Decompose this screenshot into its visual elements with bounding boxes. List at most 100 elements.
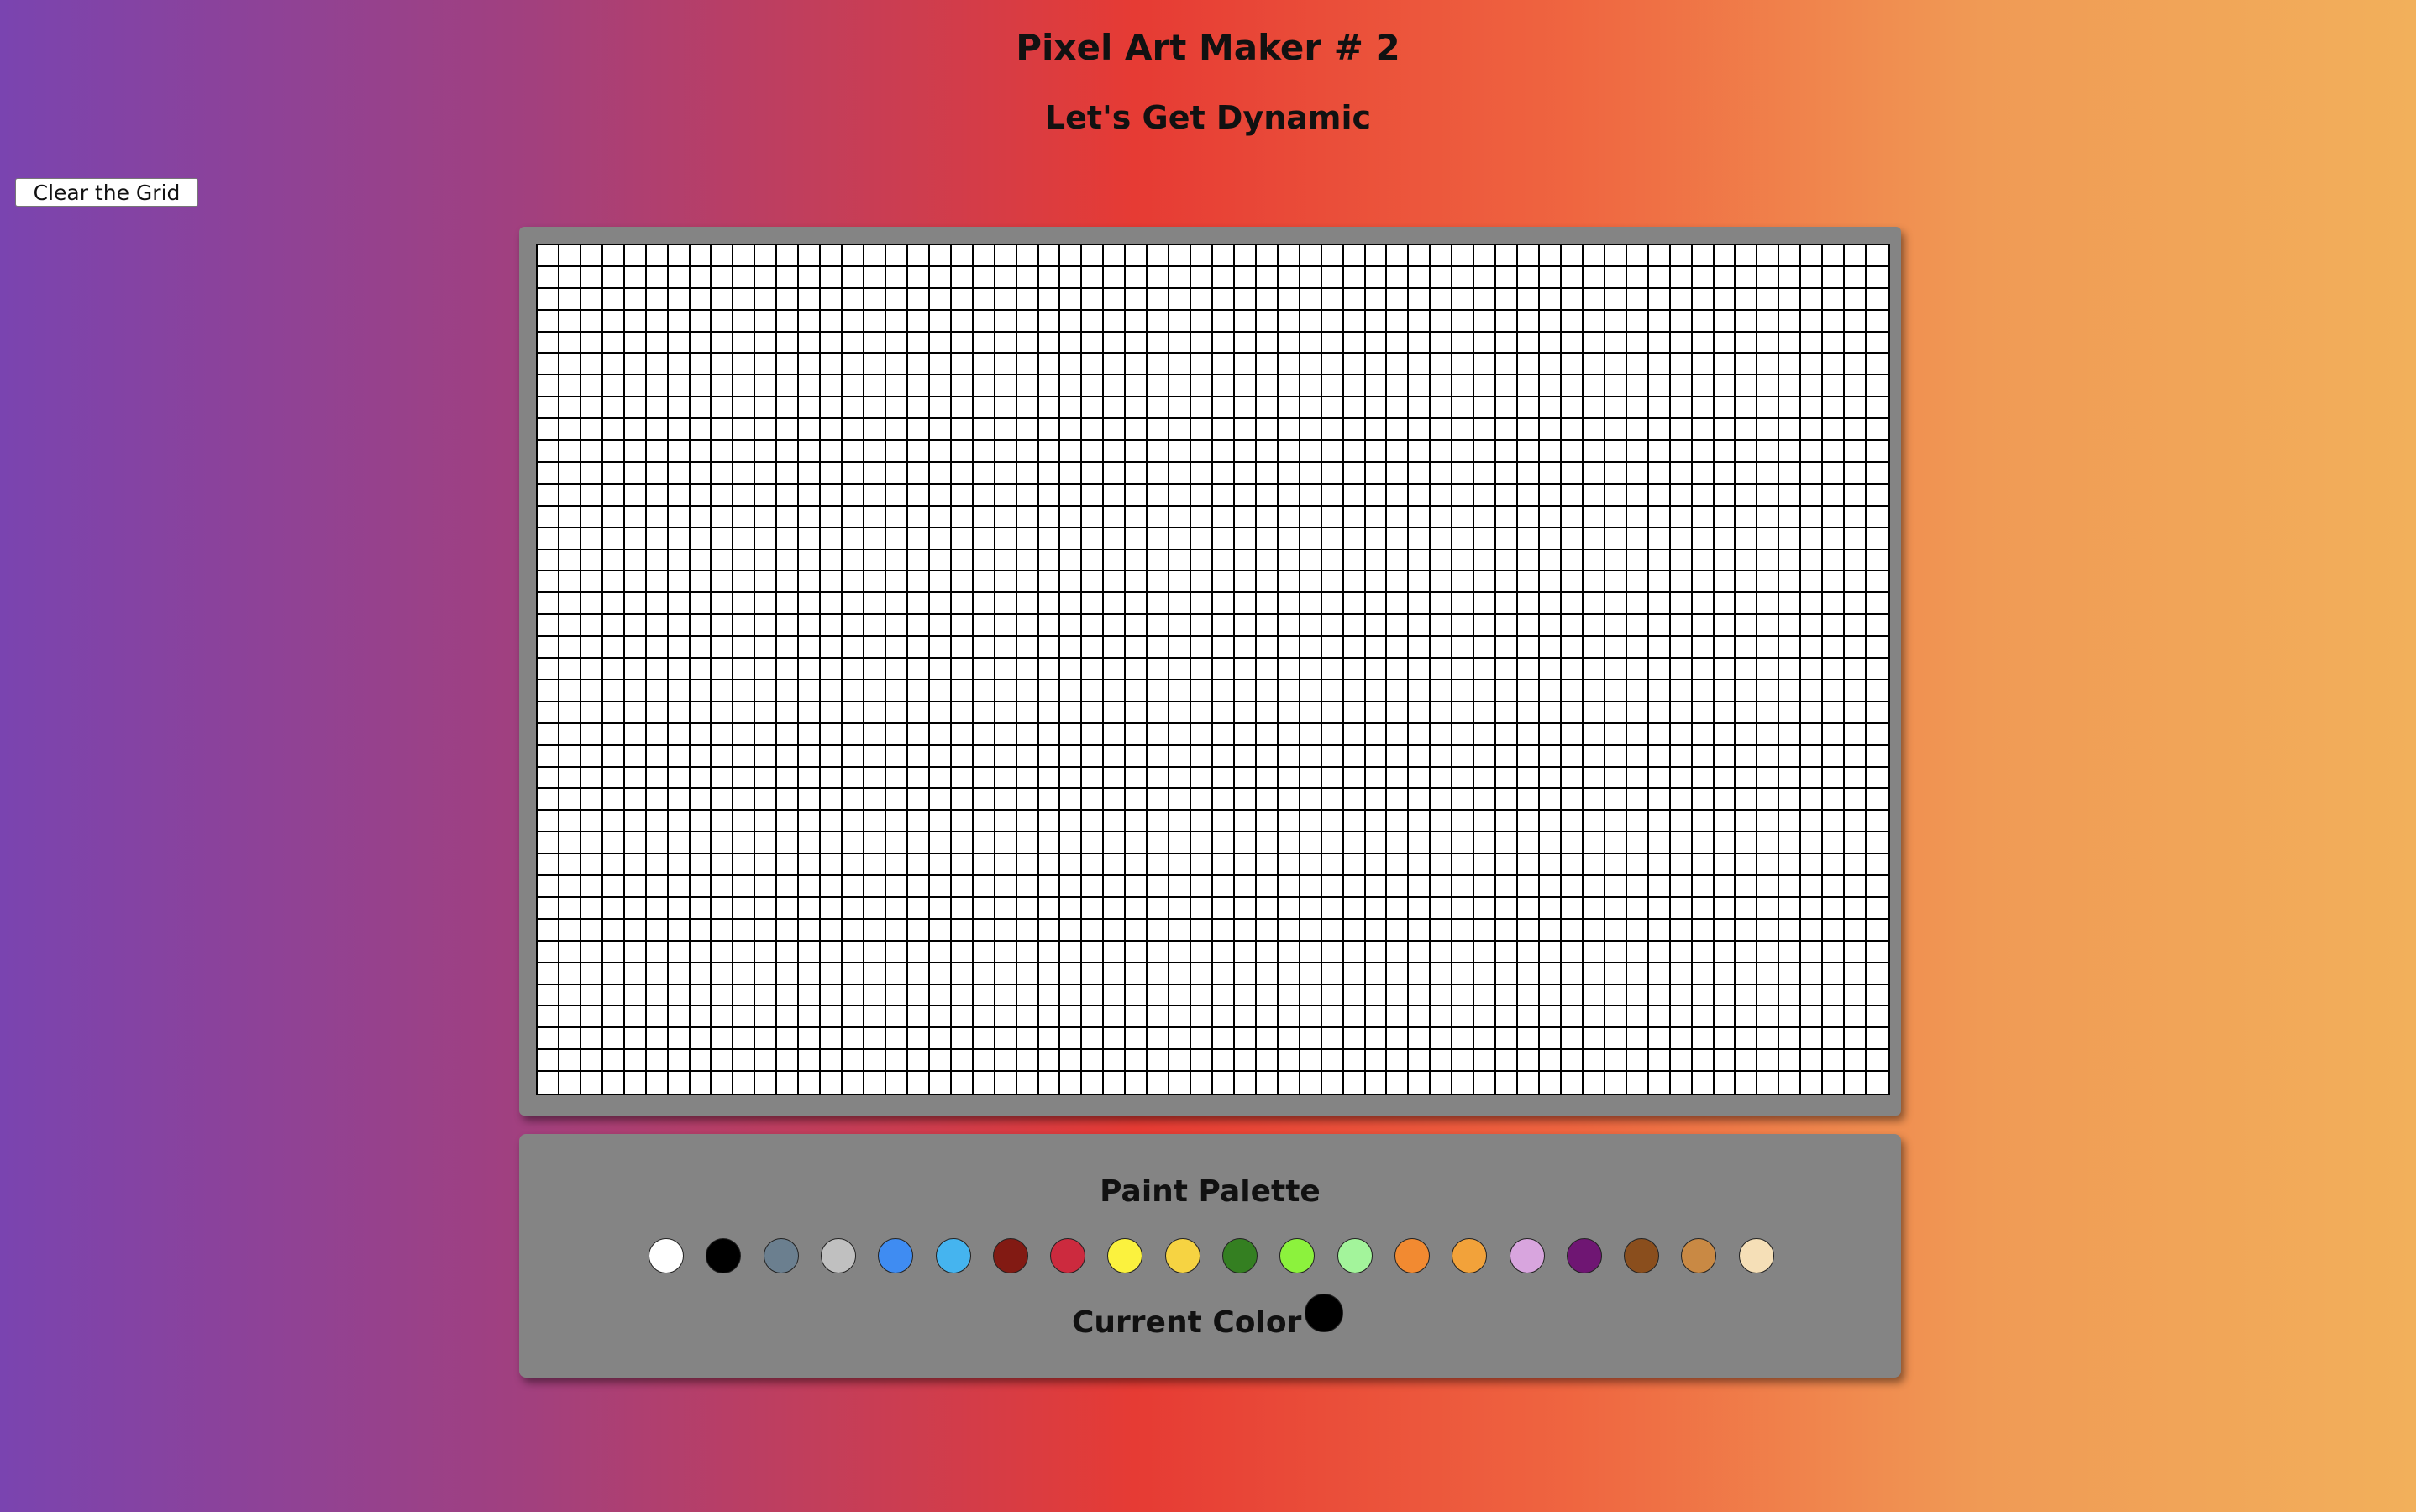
pixel-cell[interactable] — [929, 941, 952, 963]
pixel-cell[interactable] — [690, 745, 712, 768]
pixel-cell[interactable] — [1845, 919, 1867, 942]
pixel-cell[interactable] — [1626, 1050, 1649, 1073]
pixel-cell[interactable] — [1213, 876, 1235, 898]
pixel-cell[interactable] — [1300, 462, 1322, 485]
pixel-cell[interactable] — [1387, 1072, 1410, 1094]
pixel-cell[interactable] — [1431, 332, 1453, 354]
pixel-cell[interactable] — [538, 832, 559, 855]
pixel-cell[interactable] — [1148, 1050, 1170, 1073]
pixel-cell[interactable] — [1321, 310, 1344, 333]
pixel-cell[interactable] — [690, 441, 712, 463]
pixel-cell[interactable] — [690, 332, 712, 354]
pixel-cell[interactable] — [1845, 897, 1867, 920]
pixel-cell[interactable] — [995, 876, 1017, 898]
pixel-cell[interactable] — [668, 963, 691, 985]
pixel-cell[interactable] — [1474, 528, 1497, 550]
pixel-cell[interactable] — [1626, 659, 1649, 680]
pixel-cell[interactable] — [1583, 659, 1605, 680]
pixel-cell[interactable] — [646, 789, 669, 811]
pixel-cell[interactable] — [1104, 593, 1127, 616]
pixel-cell[interactable] — [1387, 397, 1410, 420]
pixel-cell[interactable] — [1191, 332, 1213, 354]
pixel-cell[interactable] — [1496, 484, 1519, 507]
pixel-cell[interactable] — [690, 984, 712, 1007]
pixel-cell[interactable] — [885, 245, 908, 267]
pixel-cell[interactable] — [1300, 245, 1322, 267]
pixel-cell[interactable] — [843, 441, 865, 463]
pixel-cell[interactable] — [1213, 571, 1235, 594]
pixel-cell[interactable] — [668, 266, 691, 289]
pixel-cell[interactable] — [1867, 963, 1888, 985]
pixel-cell[interactable] — [1736, 266, 1758, 289]
pixel-cell[interactable] — [1518, 767, 1541, 790]
pixel-cell[interactable] — [1343, 506, 1366, 528]
pixel-cell[interactable] — [1321, 266, 1344, 289]
pixel-cell[interactable] — [1169, 854, 1192, 877]
pixel-cell[interactable] — [1365, 637, 1388, 659]
color-swatch[interactable] — [820, 1238, 856, 1273]
pixel-cell[interactable] — [1801, 767, 1824, 790]
pixel-cell[interactable] — [1518, 1050, 1541, 1073]
pixel-cell[interactable] — [1060, 354, 1083, 376]
pixel-cell[interactable] — [1540, 441, 1562, 463]
pixel-cell[interactable] — [1757, 593, 1780, 616]
pixel-cell[interactable] — [1038, 854, 1061, 877]
pixel-cell[interactable] — [777, 419, 800, 442]
pixel-cell[interactable] — [1300, 549, 1322, 572]
pixel-cell[interactable] — [1191, 941, 1213, 963]
pixel-cell[interactable] — [1845, 288, 1867, 311]
pixel-cell[interactable] — [929, 984, 952, 1007]
pixel-cell[interactable] — [1757, 245, 1780, 267]
pixel-cell[interactable] — [1757, 1050, 1780, 1073]
pixel-cell[interactable] — [1561, 876, 1584, 898]
pixel-cell[interactable] — [1561, 397, 1584, 420]
pixel-cell[interactable] — [1126, 854, 1148, 877]
pixel-cell[interactable] — [929, 637, 952, 659]
pixel-cell[interactable] — [1540, 310, 1562, 333]
pixel-cell[interactable] — [733, 310, 756, 333]
pixel-cell[interactable] — [951, 484, 974, 507]
pixel-cell[interactable] — [1540, 615, 1562, 638]
pixel-cell[interactable] — [799, 484, 822, 507]
pixel-cell[interactable] — [1518, 984, 1541, 1007]
pixel-cell[interactable] — [1060, 876, 1083, 898]
pixel-cell[interactable] — [538, 332, 559, 354]
pixel-cell[interactable] — [885, 680, 908, 702]
pixel-cell[interactable] — [1082, 484, 1105, 507]
pixel-cell[interactable] — [1104, 462, 1127, 485]
pixel-cell[interactable] — [864, 723, 886, 746]
pixel-cell[interactable] — [799, 441, 822, 463]
pixel-cell[interactable] — [1452, 1050, 1475, 1073]
pixel-cell[interactable] — [668, 441, 691, 463]
pixel-cell[interactable] — [1256, 745, 1279, 768]
pixel-cell[interactable] — [1126, 1028, 1148, 1051]
pixel-cell[interactable] — [1038, 354, 1061, 376]
pixel-cell[interactable] — [1409, 462, 1431, 485]
pixel-cell[interactable] — [1082, 723, 1105, 746]
pixel-cell[interactable] — [951, 680, 974, 702]
pixel-cell[interactable] — [1365, 571, 1388, 594]
pixel-cell[interactable] — [1605, 462, 1627, 485]
pixel-cell[interactable] — [1365, 745, 1388, 768]
pixel-cell[interactable] — [1387, 701, 1410, 724]
pixel-cell[interactable] — [1583, 1050, 1605, 1073]
pixel-cell[interactable] — [690, 266, 712, 289]
pixel-cell[interactable] — [907, 549, 930, 572]
pixel-cell[interactable] — [1148, 397, 1170, 420]
pixel-cell[interactable] — [1714, 876, 1736, 898]
pixel-cell[interactable] — [843, 745, 865, 768]
color-swatch[interactable] — [878, 1238, 914, 1273]
pixel-cell[interactable] — [1213, 528, 1235, 550]
pixel-cell[interactable] — [1148, 1006, 1170, 1029]
pixel-cell[interactable] — [755, 528, 778, 550]
pixel-cell[interactable] — [1431, 919, 1453, 942]
pixel-cell[interactable] — [1278, 441, 1300, 463]
pixel-cell[interactable] — [1583, 1006, 1605, 1029]
pixel-cell[interactable] — [1736, 789, 1758, 811]
pixel-cell[interactable] — [1343, 876, 1366, 898]
pixel-cell[interactable] — [1757, 1006, 1780, 1029]
pixel-cell[interactable] — [1626, 288, 1649, 311]
pixel-cell[interactable] — [843, 593, 865, 616]
pixel-cell[interactable] — [1867, 615, 1888, 638]
pixel-cell[interactable] — [1431, 354, 1453, 376]
